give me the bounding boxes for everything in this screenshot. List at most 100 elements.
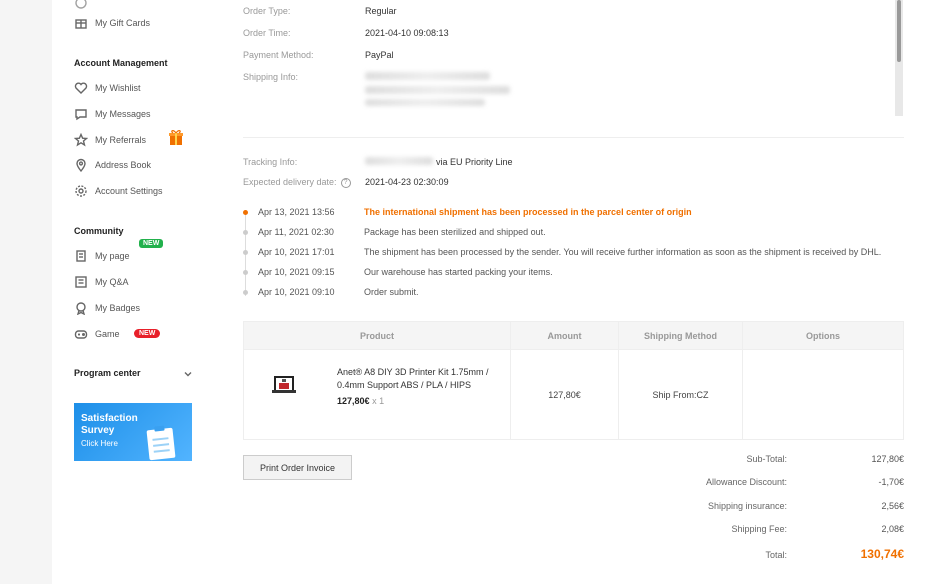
- order-time-value: 2021-04-10 09:08:13: [365, 28, 449, 38]
- program-center-heading[interactable]: Program center: [74, 368, 141, 378]
- timeline-dot: [243, 270, 248, 275]
- new-badge: NEW: [134, 329, 161, 338]
- timeline-event: The international shipment has been proc…: [364, 207, 692, 217]
- account-management-heading: Account Management: [74, 58, 168, 68]
- expected-delivery-label: Expected delivery date:?: [243, 177, 351, 188]
- redacted-address: [365, 86, 510, 94]
- gift-card-icon: [74, 16, 88, 30]
- timeline-date: Apr 10, 2021 17:01: [258, 247, 335, 257]
- tracking-label: Tracking Info:: [243, 157, 298, 167]
- product-price: 127,80€ x 1: [337, 396, 385, 406]
- timeline-event: Our warehouse has started packing your i…: [364, 267, 553, 277]
- message-icon: [74, 107, 88, 121]
- col-options: Options: [742, 321, 904, 350]
- sidebar-item-label: Address Book: [95, 160, 152, 170]
- points-icon: [74, 0, 88, 10]
- order-type-label: Order Type:: [243, 6, 291, 16]
- sidebar-item-label: My Wishlist: [95, 83, 141, 93]
- timeline-event: Package has been sterilized and shipped …: [364, 227, 546, 237]
- timeline-date: Apr 10, 2021 09:10: [258, 287, 335, 297]
- allowance-label: Allowance Discount:: [705, 477, 787, 487]
- scrollbar-thumb[interactable]: [897, 0, 901, 62]
- subtotal-label: Sub-Total:: [746, 454, 787, 464]
- timeline-dot: [243, 230, 248, 235]
- redacted-address: [365, 99, 485, 106]
- shipping-method-cell: Ship From:CZ: [618, 349, 743, 440]
- sidebar-item-account-settings[interactable]: Account Settings: [74, 182, 163, 200]
- shipping-fee-label: Shipping Fee:: [731, 524, 787, 534]
- badge-icon: [74, 301, 88, 315]
- redacted-tracking-number: [365, 157, 433, 165]
- timeline-dot: [243, 250, 248, 255]
- sidebar-item-label: My Referrals: [95, 135, 147, 145]
- sidebar-item-label: My Badges: [95, 303, 141, 313]
- sidebar-item-wishlist[interactable]: My Wishlist: [74, 79, 141, 97]
- location-pin-icon: [74, 158, 88, 172]
- product-quantity: x 1: [372, 396, 385, 406]
- timeline-event: The shipment has been processed by the s…: [364, 247, 882, 257]
- insurance-label: Shipping insurance:: [707, 501, 787, 511]
- redacted-address: [365, 72, 490, 80]
- timeline-date: Apr 13, 2021 13:56: [258, 207, 335, 217]
- timeline-dot: [243, 210, 248, 215]
- page-icon: [74, 249, 88, 263]
- sidebar-item-messages[interactable]: My Messages: [74, 105, 151, 123]
- timeline-dot: [243, 290, 248, 295]
- sidebar-item-label: My page: [95, 251, 130, 261]
- amount-cell: 127,80€: [510, 349, 619, 440]
- payment-label: Payment Method:: [243, 50, 314, 60]
- total-label: Total:: [765, 550, 787, 560]
- timeline-date: Apr 10, 2021 09:15: [258, 267, 335, 277]
- sidebar-item-my-badges[interactable]: My Badges: [74, 299, 140, 317]
- shipping-info-label: Shipping Info:: [243, 72, 299, 82]
- sidebar-item-my-page[interactable]: My page: [74, 247, 130, 265]
- total-value: 130,74€: [860, 547, 904, 561]
- sidebar-item-label: My Gift Cards: [95, 18, 151, 28]
- product-cell: Anet® A8 DIY 3D Printer Kit 1.75mm / 0.4…: [243, 349, 511, 440]
- sidebar-item-points[interactable]: [74, 0, 95, 12]
- sidebar: My Gift Cards Account Management My Wish…: [52, 0, 213, 584]
- col-product: Product: [243, 321, 511, 350]
- tracking-value: via EU Priority Line: [436, 157, 513, 167]
- sidebar-item-address-book[interactable]: Address Book: [74, 156, 151, 174]
- sidebar-item-game[interactable]: Game: [74, 325, 120, 343]
- product-name-link[interactable]: Anet® A8 DIY 3D Printer Kit 1.75mm / 0.4…: [337, 366, 497, 392]
- gear-icon: [74, 184, 88, 198]
- order-detail-panel: Order Type: Regular Order Time: 2021-04-…: [213, 0, 930, 584]
- satisfaction-survey-banner[interactable]: Satisfaction Survey Click Here: [74, 403, 192, 461]
- payment-value: PayPal: [365, 50, 394, 60]
- table-row: Anet® A8 DIY 3D Printer Kit 1.75mm / 0.4…: [243, 349, 904, 440]
- product-thumbnail[interactable]: [270, 374, 298, 396]
- col-amount: Amount: [510, 321, 619, 350]
- help-icon[interactable]: ?: [340, 177, 351, 188]
- divider: [243, 137, 904, 138]
- product-table: Product Amount Shipping Method Options A…: [243, 321, 904, 440]
- sidebar-item-label: Account Settings: [95, 186, 163, 196]
- sidebar-item-referrals[interactable]: My Referrals: [74, 131, 146, 149]
- shipping-fee-value: 2,08€: [881, 524, 904, 534]
- sidebar-item-label: My Messages: [95, 109, 151, 119]
- col-shipping-method: Shipping Method: [618, 321, 743, 350]
- options-cell: [742, 349, 904, 440]
- star-icon: [74, 133, 88, 147]
- print-invoice-button[interactable]: Print Order Invoice: [243, 455, 352, 480]
- qa-icon: [74, 275, 88, 289]
- banner-cta: Click Here: [81, 439, 118, 448]
- clipboard-icon: [146, 427, 176, 461]
- subtotal-value: 127,80€: [871, 454, 904, 464]
- heart-icon: [74, 81, 88, 95]
- new-badge: NEW: [139, 239, 164, 248]
- sidebar-item-label: Game: [95, 329, 120, 339]
- sidebar-item-gift-cards[interactable]: My Gift Cards: [74, 14, 150, 32]
- expected-delivery-value: 2021-04-23 02:30:09: [365, 177, 449, 187]
- allowance-value: -1,70€: [878, 477, 904, 487]
- sidebar-item-label: My Q&A: [95, 277, 129, 287]
- order-time-label: Order Time:: [243, 28, 291, 38]
- sidebar-item-my-qa[interactable]: My Q&A: [74, 273, 129, 291]
- insurance-value: 2,56€: [881, 501, 904, 511]
- order-type-value: Regular: [365, 6, 397, 16]
- gamepad-icon: [74, 327, 88, 341]
- timeline-event: Order submit.: [364, 287, 419, 297]
- chevron-down-icon[interactable]: [183, 369, 193, 379]
- banner-title: Satisfaction Survey: [81, 413, 138, 436]
